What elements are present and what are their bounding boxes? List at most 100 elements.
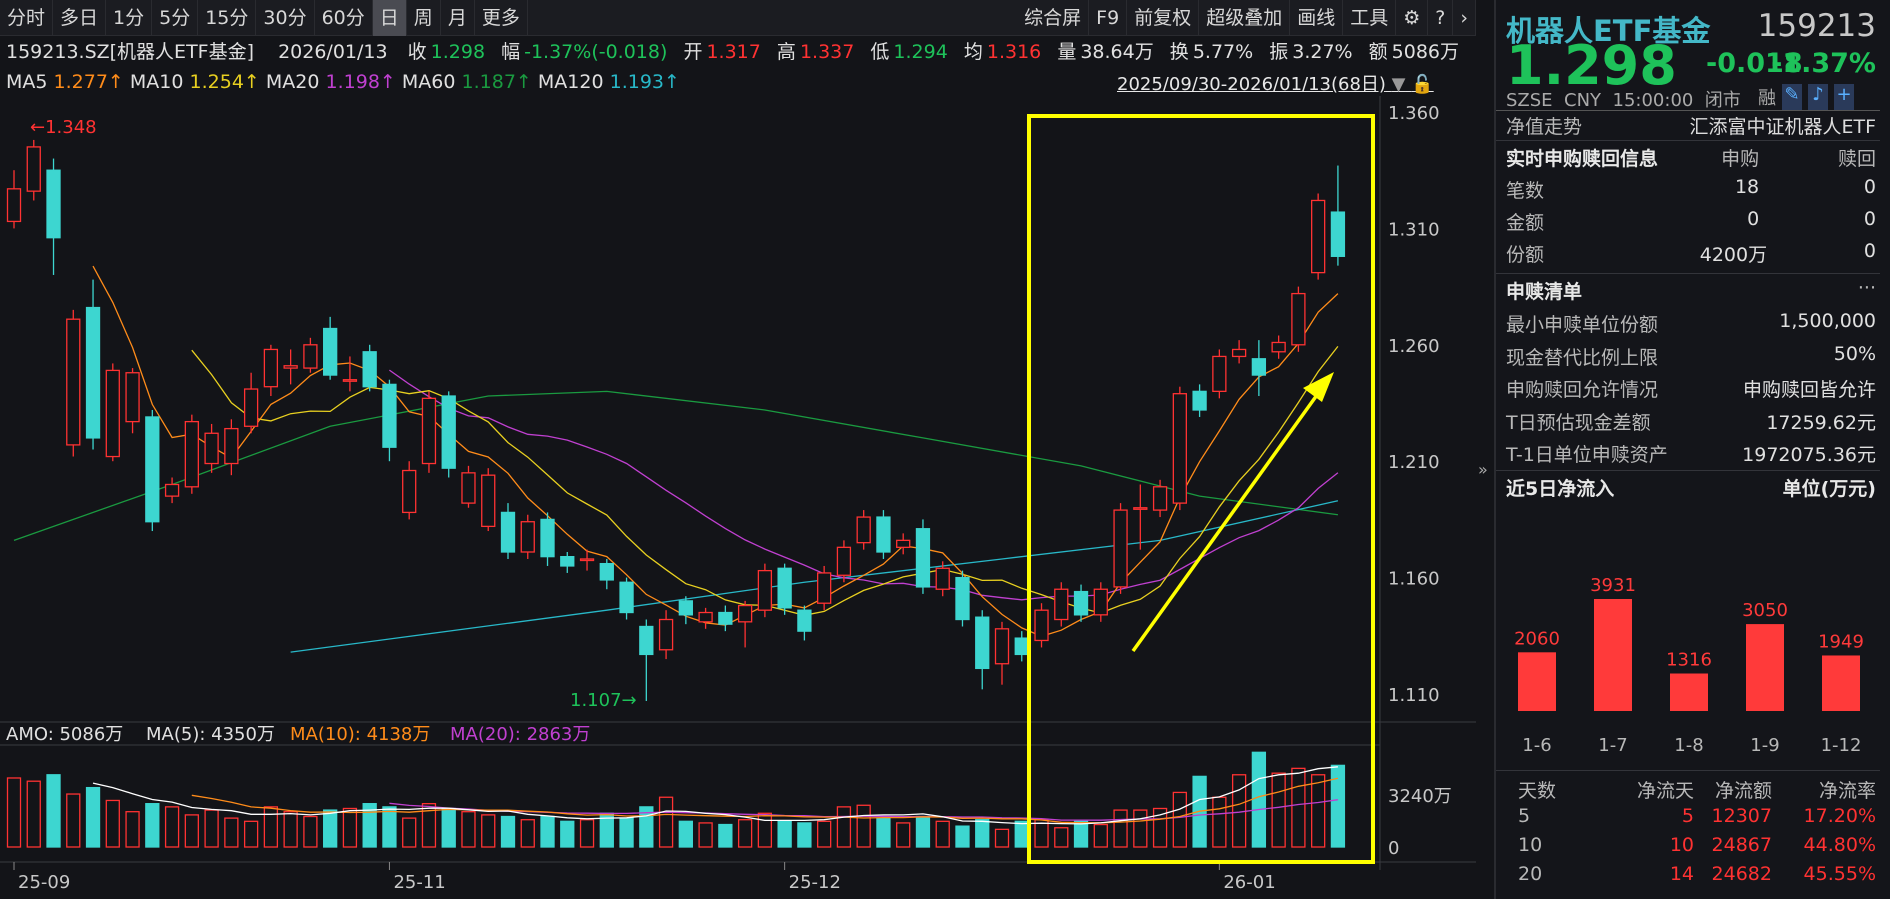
change-value: -1.37%(-0.018) — [524, 41, 668, 63]
volume-legend: MA(10): 4138万 — [290, 724, 430, 745]
chevron-right-icon[interactable]: › — [1453, 0, 1476, 36]
candle — [718, 605, 733, 632]
unlock-icon[interactable]: 🔓 — [1411, 74, 1433, 95]
candle — [362, 344, 377, 392]
candle-body — [382, 383, 397, 448]
volume-bar — [402, 817, 417, 848]
date-range-selector[interactable]: 2025/09/30-2026/01/13(68日) ▼ 🔓 — [1117, 70, 1434, 96]
amount-value: 5086万 — [1391, 41, 1460, 63]
candle — [520, 514, 535, 559]
candle-body — [1231, 348, 1247, 358]
more-button[interactable]: ··· — [1858, 277, 1876, 304]
period-tab[interactable]: 多日 — [53, 0, 107, 36]
tool-button[interactable]: 工具 — [1343, 0, 1397, 36]
candle-body — [461, 472, 476, 504]
candle-body — [1034, 609, 1049, 642]
kline-chart[interactable]: 1.360 1.310 1.260 1.210 1.160 1.110 25-09 25-11… — [0, 96, 1494, 899]
row-label: 笔数 — [1506, 180, 1545, 202]
period-tab[interactable]: 15分 — [198, 0, 257, 36]
volume-bar — [975, 819, 990, 848]
add-icon[interactable]: + — [1834, 84, 1854, 110]
candle-body — [579, 558, 595, 562]
date-range[interactable]: 2025/09/30-2026/01/13(68日) — [1117, 74, 1386, 95]
candle-body — [1172, 393, 1187, 504]
dropdown-triangle-icon[interactable]: ▼ — [1392, 74, 1406, 95]
period-tab[interactable]: 60分 — [315, 0, 373, 36]
volume-bar — [797, 822, 812, 848]
candle-body — [836, 546, 852, 576]
candle-body — [481, 474, 496, 528]
candle — [1093, 582, 1108, 622]
volume-bar — [737, 819, 753, 848]
trend-arrow-line — [1131, 386, 1324, 653]
net-inflow-chart: 2060 1-6 3931 1-7 1316 1-8 3050 1-9 1949 1-12 — [1514, 575, 1864, 756]
period-tab[interactable]: 1分 — [106, 0, 153, 36]
candle — [678, 596, 693, 625]
nav-trend-row[interactable]: 净值走势 汇添富中证机器人ETF — [1506, 112, 1876, 139]
candle-body — [994, 628, 1010, 665]
tool-button[interactable]: 超级叠加 — [1199, 0, 1291, 36]
tool-button[interactable]: 画线 — [1290, 0, 1344, 36]
volume-bar — [1291, 767, 1306, 848]
period-tab[interactable]: 周 — [407, 0, 441, 36]
creation-info-row: 笔数 18 0 — [1506, 176, 1876, 203]
tool-button[interactable]: 综合屏 — [1017, 0, 1090, 36]
candle-body — [560, 555, 575, 567]
inflow-bar — [1670, 673, 1708, 711]
close-value: 1.298 — [430, 41, 486, 63]
candle-body — [896, 539, 911, 548]
candle-body — [915, 528, 931, 588]
period-tab[interactable]: 30分 — [256, 0, 315, 36]
ma20-value: 1.198↑ — [325, 71, 396, 93]
cell: 12307 — [1711, 805, 1772, 827]
avg-value: 1.316 — [986, 41, 1042, 63]
candle-body — [362, 351, 377, 388]
volume-bar — [579, 819, 595, 848]
candle-body — [619, 581, 634, 614]
inflow-bar — [1594, 599, 1632, 711]
candle-body — [639, 625, 654, 656]
candle — [303, 337, 318, 373]
volume-bar — [382, 806, 397, 848]
tool-button[interactable]: F9 — [1089, 0, 1128, 36]
candle — [145, 409, 160, 532]
candle — [777, 563, 792, 615]
period-tab[interactable]: 日 — [372, 0, 407, 36]
candle-body — [402, 469, 417, 514]
candle-body — [1133, 507, 1148, 510]
expand-panel-icon[interactable]: » — [1478, 460, 1488, 479]
volume-tick-label: 3240万 — [1388, 786, 1452, 807]
period-tab[interactable]: 月 — [441, 0, 475, 36]
candle — [26, 139, 41, 201]
candle — [204, 423, 219, 473]
period-tab[interactable]: 分时 — [0, 0, 54, 36]
tool-button[interactable]: 前复权 — [1127, 0, 1200, 36]
period-tab[interactable]: 更多 — [475, 0, 528, 36]
volume-bar — [145, 803, 160, 848]
bell-icon[interactable]: ♪ — [1808, 84, 1828, 110]
candle — [560, 551, 575, 573]
period-tab[interactable]: 5分 — [152, 0, 199, 36]
gear-icon[interactable]: ⚙ — [1396, 0, 1429, 36]
question-icon[interactable]: ? — [1428, 0, 1454, 36]
candle — [402, 461, 417, 520]
x-tick-label: 25-12 — [789, 872, 841, 893]
candle-body — [204, 432, 219, 465]
creation-list-row: 申购赎回允许情况 申购赎回皆允许 — [1506, 375, 1876, 402]
inflow-value: 1316 — [1666, 650, 1712, 671]
candle-body — [441, 395, 456, 469]
candle — [323, 316, 338, 380]
close-label: 收 — [407, 41, 427, 63]
candle — [856, 510, 871, 550]
cell: 45.55% — [1803, 863, 1876, 885]
subscribe-value: 0 — [1747, 208, 1760, 230]
cell: 10 — [1669, 834, 1694, 856]
row-label: 最小申赎单位份额 — [1506, 314, 1659, 336]
volume-bar — [658, 796, 674, 848]
low-annotation: 1.107→ — [570, 690, 637, 711]
pencil-icon[interactable]: ✎ — [1782, 84, 1802, 110]
inflow-bar — [1518, 652, 1556, 711]
volume-bar — [955, 825, 970, 848]
nav-trend-label[interactable]: 净值走势 — [1506, 112, 1582, 139]
candle-body — [757, 569, 773, 611]
